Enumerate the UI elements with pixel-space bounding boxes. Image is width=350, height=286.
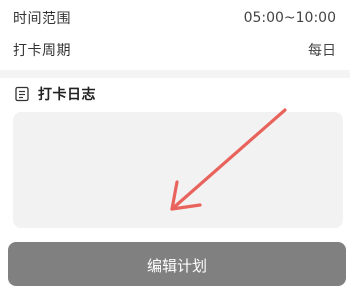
- checkin-cycle-value: 每日: [308, 43, 336, 59]
- time-range-label: 时间范围: [13, 11, 71, 27]
- checkin-cycle-label: 打卡周期: [13, 43, 71, 59]
- checkin-log-header: 打卡日志: [14, 84, 96, 104]
- document-icon: [15, 86, 29, 102]
- time-range-value: 05:00~10:00: [243, 10, 336, 26]
- checkin-log-area[interactable]: [13, 112, 343, 228]
- checkin-cycle-row: 打卡周期 每日: [0, 34, 350, 66]
- edit-plan-label: 编辑计划: [146, 257, 207, 275]
- section-divider: [0, 70, 350, 78]
- edit-plan-button[interactable]: 编辑计划: [8, 242, 346, 286]
- checkin-log-title: 打卡日志: [38, 87, 96, 103]
- time-range-row: 时间范围 05:00~10:00: [0, 2, 350, 34]
